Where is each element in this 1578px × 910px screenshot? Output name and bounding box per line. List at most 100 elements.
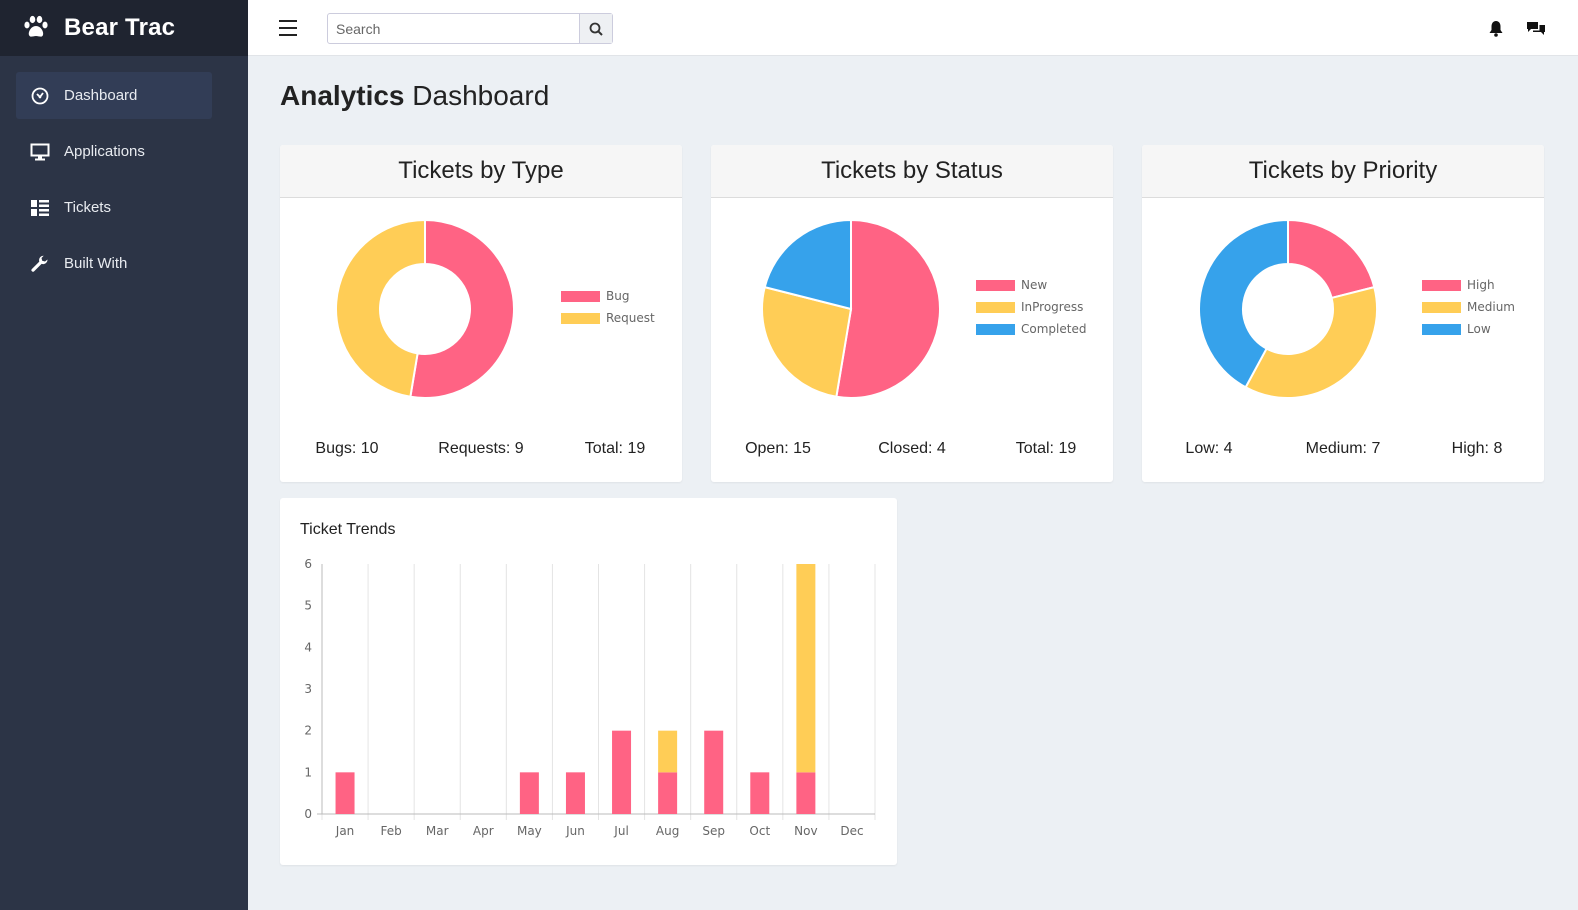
x-tick-label: Dec xyxy=(840,824,863,838)
x-tick-label: Mar xyxy=(426,824,449,838)
search-icon xyxy=(589,22,603,36)
slice-request[interactable] xyxy=(335,218,426,398)
sidebar-nav: Dashboard Applications Tickets Built Wit… xyxy=(0,56,248,287)
bar-aug[interactable] xyxy=(658,730,678,773)
card-stats: Low: 4 Medium: 7 High: 8 xyxy=(1142,440,1544,458)
legend-item-inprogress[interactable]: InProgress xyxy=(976,296,1086,318)
legend-label: New xyxy=(1021,278,1048,292)
legend-label: Low xyxy=(1467,322,1491,336)
search-box xyxy=(327,13,613,44)
monitor-icon xyxy=(30,142,50,162)
bar-sep[interactable] xyxy=(704,730,724,814)
bar-may[interactable] xyxy=(519,772,539,814)
page-title: Analytics Dashboard xyxy=(280,80,549,112)
legend-item-new[interactable]: New xyxy=(976,274,1086,296)
legend-swatch xyxy=(976,279,1015,291)
stat-requests: Requests: 9 xyxy=(438,440,524,457)
stat-low: Low: 4 xyxy=(1185,440,1233,457)
x-tick-label: Jul xyxy=(613,824,628,838)
legend-swatch xyxy=(561,290,600,302)
legend-item-bug[interactable]: Bug xyxy=(561,285,655,307)
stat-medium: Medium: 7 xyxy=(1305,440,1381,457)
chart-legend: Bug Request xyxy=(561,285,655,329)
slice-medium[interactable] xyxy=(1244,285,1378,399)
sidebar-item-dashboard[interactable]: Dashboard xyxy=(16,72,212,119)
legend-label: High xyxy=(1467,278,1495,292)
sidebar-item-tickets[interactable]: Tickets xyxy=(16,184,212,231)
sidebar-item-label: Built With xyxy=(64,255,128,272)
chart-legend: High Medium Low xyxy=(1422,274,1515,340)
sidebar-item-label: Applications xyxy=(64,143,145,160)
search-button[interactable] xyxy=(579,14,612,43)
legend-swatch xyxy=(561,312,600,324)
search-input[interactable] xyxy=(328,14,579,43)
tickets-by-type-card: Tickets by Type Bug Request Bugs: 10 Req… xyxy=(280,145,682,482)
chart-legend: New InProgress Completed xyxy=(976,274,1086,340)
legend-item-completed[interactable]: Completed xyxy=(976,318,1086,340)
legend-label: Request xyxy=(606,311,655,325)
card-title: Tickets by Status xyxy=(711,145,1113,198)
legend-item-request[interactable]: Request xyxy=(561,307,655,329)
sidebar-item-label: Dashboard xyxy=(64,87,138,104)
bar-nov[interactable] xyxy=(796,564,816,773)
legend-swatch xyxy=(976,323,1015,335)
stat-bugs: Bugs: 10 xyxy=(315,440,379,457)
x-tick-label: Apr xyxy=(473,824,494,838)
bar-jul[interactable] xyxy=(612,730,632,814)
dashboard-icon xyxy=(30,86,50,106)
bell-icon[interactable] xyxy=(1488,20,1504,37)
card-stats: Open: 15 Closed: 4 Total: 19 xyxy=(711,440,1113,458)
list-icon xyxy=(30,198,50,218)
bar-jun[interactable] xyxy=(565,772,585,814)
x-tick-label: Oct xyxy=(749,824,770,838)
card-title: Tickets by Priority xyxy=(1142,145,1544,198)
legend-item-medium[interactable]: Medium xyxy=(1422,296,1515,318)
y-tick-label: 6 xyxy=(304,557,312,571)
legend-swatch xyxy=(976,301,1015,313)
menu-icon[interactable] xyxy=(279,20,297,36)
y-tick-label: 4 xyxy=(304,640,312,654)
stat-high: High: 8 xyxy=(1451,440,1503,457)
stat-total: Total: 19 xyxy=(584,440,646,457)
x-tick-label: Nov xyxy=(794,824,817,838)
topbar xyxy=(248,0,1578,56)
chat-icon[interactable] xyxy=(1527,21,1545,37)
sidebar-item-applications[interactable]: Applications xyxy=(16,128,212,175)
stat-total: Total: 19 xyxy=(1015,440,1077,457)
x-tick-label: May xyxy=(517,824,542,838)
page-title-rest: Dashboard xyxy=(412,80,550,111)
sidebar-item-built-with[interactable]: Built With xyxy=(16,240,212,287)
x-tick-label: Sep xyxy=(702,824,725,838)
bar-aug[interactable] xyxy=(658,772,678,814)
tickets-by-priority-card: Tickets by Priority High Medium Low Low:… xyxy=(1142,145,1544,482)
tickets-by-status-chart xyxy=(761,218,941,399)
tickets-by-status-card: Tickets by Status New InProgress Complet… xyxy=(711,145,1113,482)
bar-jan[interactable] xyxy=(335,772,355,814)
legend-swatch xyxy=(1422,301,1461,313)
wrench-icon xyxy=(30,254,50,274)
legend-item-low[interactable]: Low xyxy=(1422,318,1515,340)
card-stats: Bugs: 10 Requests: 9 Total: 19 xyxy=(280,440,682,458)
legend-swatch xyxy=(1422,323,1461,335)
y-tick-label: 0 xyxy=(304,807,312,821)
stat-open: Open: 15 xyxy=(745,440,811,457)
slice-high[interactable] xyxy=(1287,218,1376,300)
brand[interactable]: Bear Trac xyxy=(0,0,248,56)
legend-label: InProgress xyxy=(1021,300,1084,314)
ticket-trends-card: Ticket Trends 0 1 2 3 4 5 6 Jan Feb Mar Apr May Jun J… xyxy=(280,498,897,865)
y-tick-label: 2 xyxy=(304,724,312,738)
brand-title: Bear Trac xyxy=(64,14,176,41)
legend-item-high[interactable]: High xyxy=(1422,274,1515,296)
ticket-trends-chart: 0 1 2 3 4 5 6 Jan Feb Mar Apr May Jun Jul Aug Sep Oct Nov… xyxy=(304,557,876,838)
sidebar: Bear Trac Dashboard Applications Tickets… xyxy=(0,0,248,910)
y-tick-label: 1 xyxy=(304,765,312,779)
x-tick-label: Jun xyxy=(565,824,585,838)
legend-swatch xyxy=(1422,279,1461,291)
x-tick-label: Feb xyxy=(381,824,402,838)
bar-nov[interactable] xyxy=(796,772,816,814)
stat-closed: Closed: 4 xyxy=(878,440,946,457)
tickets-by-type-chart xyxy=(335,218,515,399)
bar-oct[interactable] xyxy=(750,772,770,814)
legend-label: Medium xyxy=(1467,300,1515,314)
y-tick-label: 5 xyxy=(304,599,312,613)
